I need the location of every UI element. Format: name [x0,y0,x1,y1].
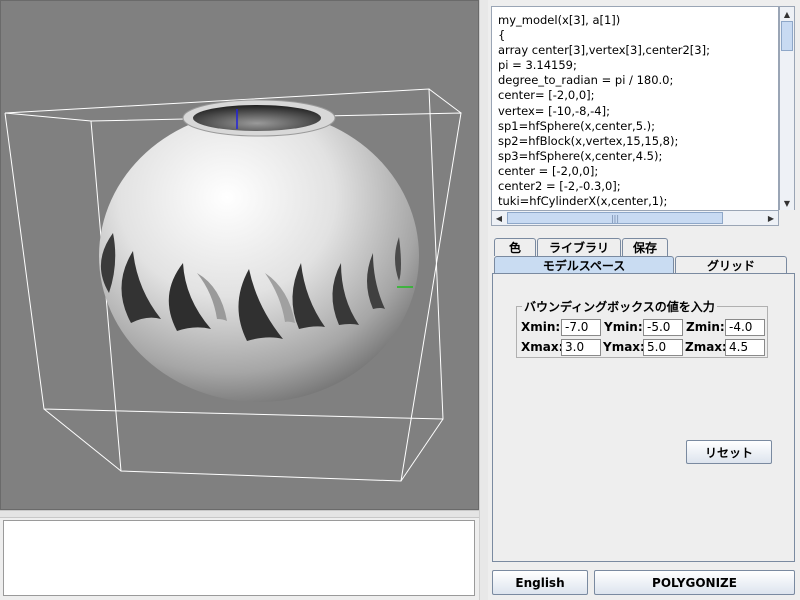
scroll-left-icon[interactable]: ◀ [492,211,506,225]
code-vertical-scrollbar[interactable]: ▲ ▼ [779,6,795,211]
zmin-label: Zmin: [686,320,725,334]
polygonize-button[interactable]: POLYGONIZE [594,570,795,595]
horizontal-scroll-thumb[interactable]: ||| [507,212,723,224]
tab-color[interactable]: 色 [494,238,536,256]
tab-model-space[interactable]: モデルスペース [494,256,674,274]
ymin-label: Ymin: [604,320,643,334]
reset-button[interactable]: リセット [686,440,772,464]
ymax-field[interactable]: 5.0 [643,339,683,356]
xmin-label: Xmin: [521,320,561,334]
model-render [4,88,462,482]
english-button[interactable]: English [492,570,588,595]
sphere-body [99,110,419,402]
tab-save[interactable]: 保存 [622,238,668,256]
3d-viewport[interactable] [0,0,479,510]
tab-grid[interactable]: グリッド [675,256,787,274]
scroll-corner [779,210,795,226]
code-horizontal-scrollbar[interactable]: ◀ ||| ▶ [491,210,779,226]
top-opening [193,105,321,131]
tab-library[interactable]: ライブラリ [537,238,621,256]
scroll-down-icon[interactable]: ▼ [780,196,794,210]
xmax-label: Xmax: [521,340,564,354]
vertical-splitter[interactable] [479,0,488,600]
zmax-label: Zmax: [685,340,727,354]
zmin-field[interactable]: -4.0 [725,319,765,336]
xmin-field[interactable]: -7.0 [561,319,601,336]
zmax-field[interactable]: 4.5 [725,339,765,356]
bounding-box-title: バウンディングボックスの値を入力 [522,298,717,315]
ymin-field[interactable]: -5.0 [643,319,683,336]
ymax-label: Ymax: [603,340,645,354]
horizontal-splitter[interactable] [0,510,479,518]
scroll-up-icon[interactable]: ▲ [780,7,794,21]
code-text[interactable]: my_model(x[3], a[1]) { array center[3],v… [492,7,778,210]
xmax-field[interactable]: 3.0 [561,339,601,356]
message-output-area[interactable] [3,520,475,596]
scroll-right-icon[interactable]: ▶ [764,211,778,225]
code-editor[interactable]: my_model(x[3], a[1]) { array center[3],v… [491,6,779,211]
vertical-scroll-thumb[interactable] [781,21,793,51]
